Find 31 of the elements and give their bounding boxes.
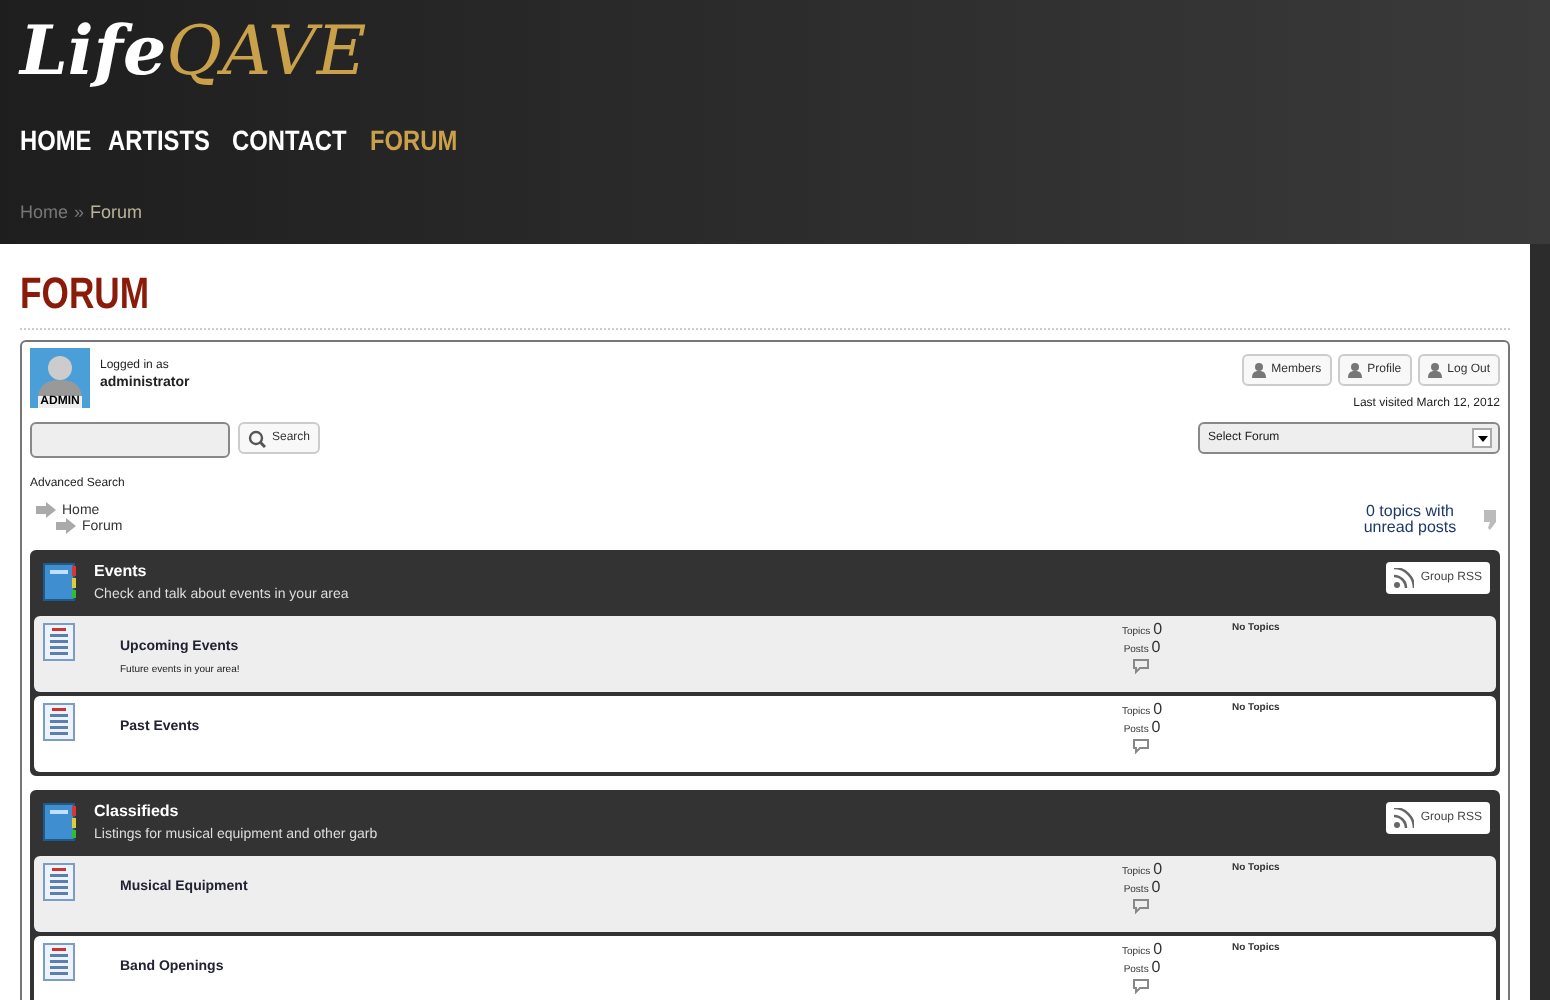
speech-bubble-icon xyxy=(1132,738,1152,754)
document-icon xyxy=(42,862,76,902)
nav-link[interactable]: ARTISTS xyxy=(108,124,210,156)
group-title[interactable]: Classifieds xyxy=(94,802,378,820)
nav-link[interactable]: HOME xyxy=(20,124,92,156)
group-title[interactable]: Events xyxy=(94,562,349,580)
nav-link[interactable]: CONTACT xyxy=(231,124,347,156)
caret-icon xyxy=(1477,435,1487,441)
search-field[interactable] xyxy=(30,422,230,458)
user-icon xyxy=(1251,362,1266,378)
document-icon xyxy=(42,702,76,742)
unread-posts-link[interactable]: 0 topics with unread posts xyxy=(1350,504,1470,536)
speech-bubble-icon xyxy=(1132,978,1152,994)
thumbs-down-icon xyxy=(1482,510,1500,530)
breadcrumb-link[interactable]: Home xyxy=(20,202,69,222)
breadcrumb-separator: » xyxy=(74,202,85,222)
rss-icon xyxy=(1394,568,1415,588)
rss-icon xyxy=(1394,808,1415,828)
speech-bubble-icon xyxy=(1132,898,1152,914)
search-icon xyxy=(248,429,266,447)
breadcrumb-link[interactable]: Forum xyxy=(90,202,143,222)
document-icon xyxy=(42,622,76,662)
speech-bubble-icon xyxy=(1132,658,1152,674)
user-icon xyxy=(1347,362,1362,378)
book-icon xyxy=(42,562,78,602)
logo[interactable]: LifeQAVE xyxy=(20,12,1530,92)
nav-link[interactable]: FORUM xyxy=(370,124,458,156)
user-icon xyxy=(1427,362,1442,378)
book-icon xyxy=(42,802,78,842)
document-icon xyxy=(42,942,76,982)
page-title: FORUM xyxy=(20,268,152,320)
